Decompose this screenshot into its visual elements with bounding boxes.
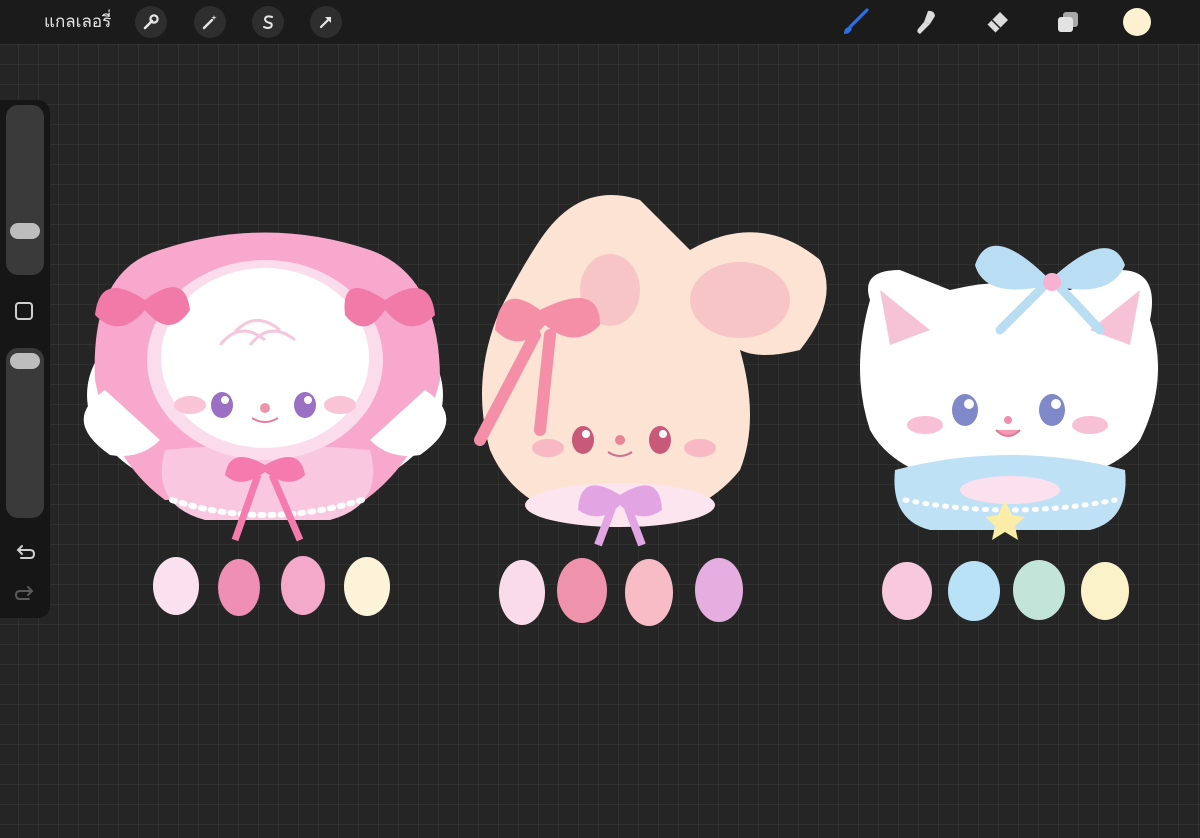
eraser-icon xyxy=(986,12,1008,34)
kitten-character xyxy=(860,245,1158,540)
palette-swatch xyxy=(948,561,1000,621)
color-button[interactable] xyxy=(1120,5,1154,39)
layers-icon xyxy=(1058,12,1078,32)
brush-size-knob[interactable] xyxy=(10,223,40,239)
layers-button[interactable] xyxy=(1051,5,1085,39)
palette-swatch xyxy=(557,558,607,623)
palette-swatch xyxy=(499,560,545,625)
opacity-knob[interactable] xyxy=(10,353,40,369)
gallery-button[interactable]: แกลเลอรี่ xyxy=(44,10,111,34)
smudge-tool-button[interactable] xyxy=(909,5,943,39)
selection-button[interactable] xyxy=(252,6,284,38)
wrench-icon xyxy=(143,14,159,30)
transform-button[interactable] xyxy=(310,6,342,38)
palette-swatch xyxy=(695,558,743,622)
palette-swatch xyxy=(218,559,260,616)
palette-swatch xyxy=(625,559,673,626)
palette-swatch xyxy=(882,562,932,620)
current-color-swatch xyxy=(1123,8,1151,36)
modify-button[interactable] xyxy=(15,302,33,320)
palette-swatch xyxy=(344,557,390,616)
actions-button[interactable] xyxy=(135,6,167,38)
left-sidebar xyxy=(0,100,50,618)
sheep-character xyxy=(83,232,447,542)
artwork xyxy=(83,195,1158,547)
palette-swatch xyxy=(1013,560,1065,620)
redo-button[interactable] xyxy=(13,581,37,605)
smudge-icon xyxy=(917,10,935,34)
brush-size-slider[interactable] xyxy=(6,105,44,275)
palette-swatch xyxy=(1081,562,1129,620)
undo-button[interactable] xyxy=(13,540,37,564)
adjustments-button[interactable] xyxy=(194,6,226,38)
magic-wand-icon xyxy=(202,15,217,30)
transform-arrow-icon xyxy=(319,16,332,29)
bunny-character xyxy=(474,195,827,547)
opacity-slider[interactable] xyxy=(6,348,44,518)
eraser-tool-button[interactable] xyxy=(980,5,1014,39)
redo-icon xyxy=(14,586,34,600)
selection-icon xyxy=(263,15,273,29)
undo-icon xyxy=(16,545,36,559)
brush-icon xyxy=(844,8,869,34)
brush-tool-button[interactable] xyxy=(838,5,872,39)
palette-swatch xyxy=(281,556,325,615)
top-toolbar: แกลเลอรี่ xyxy=(0,0,1200,44)
palette-swatch xyxy=(153,557,199,615)
